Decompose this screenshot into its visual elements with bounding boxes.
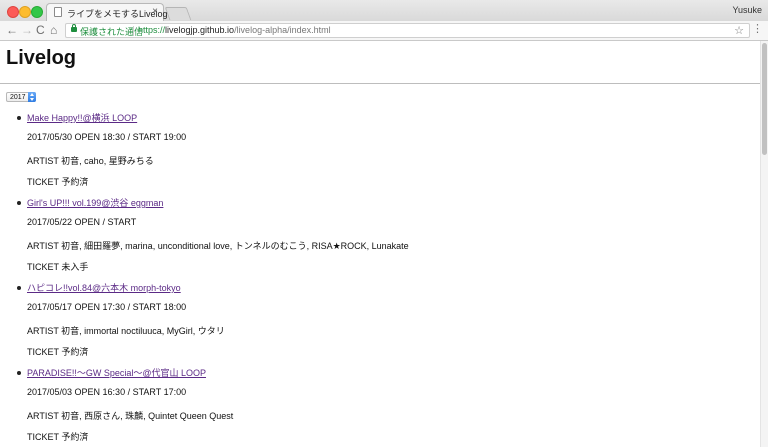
live-item: PARADISE!!～GW Special～@代官山 LOOP 2017/05/… — [0, 364, 760, 447]
live-artists: ARTIST 初音, immortal noctiluuca, MyGirl, … — [27, 326, 225, 336]
page-icon — [54, 7, 62, 17]
window-maximize-button[interactable] — [31, 6, 43, 18]
bullet-icon — [17, 116, 21, 120]
live-item: Girl's UP!!! vol.199@渋谷 eggman 2017/05/2… — [0, 194, 760, 279]
forward-arrow-icon[interactable]: → — [21, 23, 33, 37]
window-close-button[interactable] — [7, 6, 19, 18]
live-artists: ARTIST 初音, caho, 星野みちる — [27, 156, 154, 166]
select-arrows-icon — [28, 92, 36, 102]
live-ticket: TICKET 予約済 — [27, 177, 89, 187]
url-scheme: https:// — [138, 25, 166, 35]
live-ticket: TICKET 未入手 — [27, 262, 89, 272]
url-path: /livelog-alpha/index.html — [234, 25, 331, 35]
live-date: 2017/05/22 OPEN / START — [27, 217, 137, 227]
tab-close-icon[interactable]: × — [152, 6, 158, 17]
live-item: Make Happy!!@横浜 LOOP 2017/05/30 OPEN 18:… — [0, 109, 760, 194]
scrollbar-thumb[interactable] — [762, 43, 767, 155]
live-artists: ARTIST 初音, 西原さん, 珠麟, Quintet Queen Quest — [27, 411, 234, 421]
page-viewport: Livelog 2017 Make Happy!!@横浜 LOOP 2017/0… — [0, 41, 760, 447]
live-title-link[interactable]: ハピコレ!!vol.84@六本木 morph-tokyo — [27, 281, 181, 294]
bullet-icon — [17, 371, 21, 375]
bookmark-star-icon[interactable]: ☆ — [734, 24, 744, 37]
home-icon[interactable]: ⌂ — [50, 23, 57, 37]
reload-icon[interactable]: C — [36, 23, 45, 37]
tab-strip: ライブをメモするLivelog × Yusuke — [0, 0, 768, 22]
live-title-link[interactable]: Make Happy!!@横浜 LOOP — [27, 111, 137, 124]
live-artists: ARTIST 初音, 細田羅夢, marina, unconditional l… — [27, 241, 409, 251]
address-bar[interactable]: 保護された通信 https://livelogjp.github.io/live… — [65, 23, 750, 38]
vertical-scrollbar[interactable] — [760, 41, 768, 447]
back-arrow-icon[interactable]: ← — [6, 23, 18, 37]
year-select-value: 2017 — [10, 94, 26, 101]
browser-menu-icon[interactable]: ⋮ — [752, 23, 763, 36]
page-title: Livelog — [6, 47, 77, 69]
url-host: livelogjp.github.io — [165, 25, 235, 35]
browser-window: ライブをメモするLivelog × Yusuke ← → C ⌂ 保護された通信… — [0, 0, 768, 447]
page-header: Livelog — [0, 41, 760, 84]
live-item: ハピコレ!!vol.84@六本木 morph-tokyo 2017/05/17 … — [0, 279, 760, 364]
url-text[interactable]: https://livelogjp.github.io/livelog-alph… — [138, 25, 331, 35]
live-list: Make Happy!!@横浜 LOOP 2017/05/30 OPEN 18:… — [0, 109, 760, 447]
browser-toolbar: ← → C ⌂ 保護された通信 https://livelogjp.github… — [0, 21, 768, 41]
live-date: 2017/05/03 OPEN 16:30 / START 17:00 — [27, 387, 187, 397]
live-title-link[interactable]: Girl's UP!!! vol.199@渋谷 eggman — [27, 196, 163, 209]
address-separator — [133, 26, 134, 36]
year-select[interactable]: 2017 — [6, 92, 36, 102]
live-title-link[interactable]: PARADISE!!～GW Special～@代官山 LOOP — [27, 366, 206, 379]
new-tab-button[interactable] — [164, 7, 192, 20]
live-ticket: TICKET 予約済 — [27, 432, 89, 442]
live-ticket: TICKET 予約済 — [27, 347, 89, 357]
window-minimize-button[interactable] — [19, 6, 31, 18]
bullet-icon — [17, 286, 21, 290]
live-date: 2017/05/17 OPEN 17:30 / START 18:00 — [27, 302, 187, 312]
lock-icon — [71, 24, 77, 32]
bullet-icon — [17, 201, 21, 205]
browser-tab-active[interactable]: ライブをメモするLivelog × — [46, 3, 168, 21]
live-date: 2017/05/30 OPEN 18:30 / START 19:00 — [27, 132, 187, 142]
profile-name[interactable]: Yusuke — [732, 5, 762, 15]
